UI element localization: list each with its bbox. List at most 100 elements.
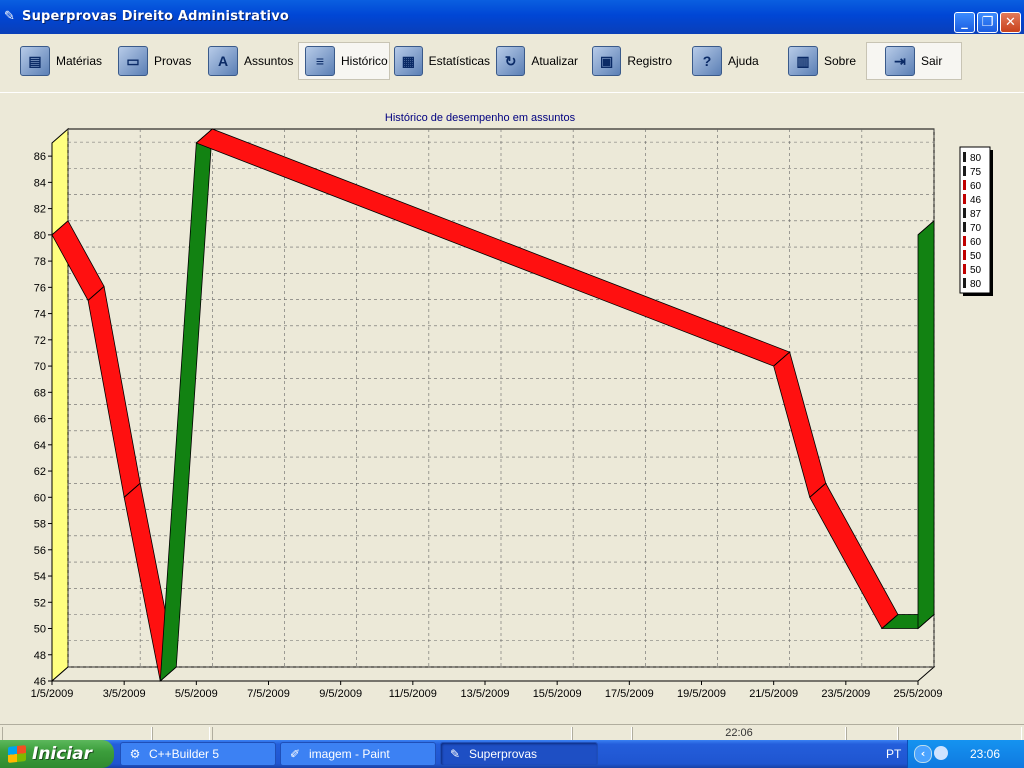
start-button[interactable]: Iniciar — [0, 740, 114, 768]
x-tick-label: 9/5/2009 — [319, 688, 362, 700]
y-tick-label: 48 — [34, 650, 46, 662]
folder-icon: ▭ — [118, 46, 148, 76]
toolbar-button-label: Matérias — [56, 54, 103, 68]
toolbar-button-registro[interactable]: ▣ Registro — [592, 42, 672, 80]
y-tick-label: 64 — [34, 440, 46, 452]
system-clock: 23:06 — [970, 747, 1001, 761]
legend-swatch — [963, 152, 966, 162]
y-tick-label: 70 — [34, 361, 46, 373]
tray-expand-icon[interactable]: ‹ — [914, 745, 932, 763]
stats-icon: ▦ — [394, 46, 423, 76]
taskbar: Iniciar ⚙ C++Builder 5 ✐ imagem - Paint … — [0, 740, 1024, 768]
y-tick-label: 56 — [34, 545, 46, 557]
chart-title: Histórico de desempenho em assuntos — [385, 112, 576, 124]
cbuilder-icon: ⚙ — [129, 747, 141, 761]
task-superprovas[interactable]: ✎ Superprovas — [440, 742, 598, 766]
toolbar-button-label: Ajuda — [728, 54, 759, 68]
y-tick-label: 46 — [34, 676, 46, 688]
title-bar[interactable]: ✎ Superprovas Direito Administrativo _ ❐… — [0, 0, 1024, 34]
system-tray: PT ‹ 23:06 — [886, 740, 1024, 768]
status-cell: 22:06 — [632, 727, 846, 741]
toolbar-button-atualizar[interactable]: ↻ Atualizar — [496, 42, 578, 80]
x-tick-label: 15/5/2009 — [533, 688, 582, 700]
toolbar-button-ajuda[interactable]: ? Ajuda — [692, 42, 762, 80]
status-cell — [212, 727, 572, 741]
x-tick-label: 23/5/2009 — [821, 688, 870, 700]
y-tick-label: 76 — [34, 282, 46, 294]
toolbar-button-materias[interactable]: ▤ Matérias — [20, 42, 108, 80]
task-label: Superprovas — [469, 747, 538, 761]
legend-swatch — [963, 208, 966, 218]
maximize-button[interactable]: ❐ — [977, 12, 998, 33]
y-tick-label: 60 — [34, 492, 46, 504]
toolbar-button-label: Estatísticas — [428, 54, 490, 68]
x-tick-label: 19/5/2009 — [677, 688, 726, 700]
refresh-icon: ↻ — [496, 46, 526, 76]
legend-entry: 70 — [970, 223, 982, 234]
y-tick-label: 52 — [34, 597, 46, 609]
toolbar-button-label: Sobre — [824, 54, 857, 68]
legend-swatch — [963, 194, 966, 204]
start-label: Iniciar — [32, 744, 93, 764]
legend-swatch — [963, 278, 966, 288]
toolbar-button-label: Histórico — [341, 54, 388, 68]
exit-door-icon: ⇥ — [885, 46, 915, 76]
legend-swatch — [963, 180, 966, 190]
toolbar-button-sair[interactable]: ⇥ Sair — [866, 42, 962, 80]
chart-ribbon-segment — [917, 219, 935, 630]
y-tick-label: 80 — [34, 230, 46, 242]
toolbar-button-provas[interactable]: ▭ Provas — [118, 42, 198, 80]
film-icon: ▥ — [788, 46, 818, 76]
x-tick-label: 21/5/2009 — [749, 688, 798, 700]
y-tick-label: 74 — [34, 309, 46, 321]
x-tick-label: 5/5/2009 — [175, 688, 218, 700]
toolbar-button-label: Atualizar — [531, 54, 578, 68]
chart-panel: Histórico de desempenho em assuntos 46 48 5… — [0, 92, 1024, 725]
toolbar-button-label: Assuntos — [244, 54, 294, 68]
x-tick-label: 3/5/2009 — [103, 688, 146, 700]
x-tick-label: 1/5/2009 — [31, 688, 74, 700]
status-cell — [898, 727, 1022, 741]
y-tick-label: 82 — [34, 204, 46, 216]
y-tick-label: 66 — [34, 414, 46, 426]
legend-entry: 60 — [970, 237, 982, 248]
toolbar-button-historico[interactable]: ≡ Histórico — [298, 42, 390, 80]
toolbar-button-label: Sair — [921, 54, 943, 68]
toolbar-button-estatisticas[interactable]: ▦ Estatísticas — [394, 42, 490, 80]
task-paint[interactable]: ✐ imagem - Paint — [280, 742, 436, 766]
x-tick-label: 25/5/2009 — [894, 688, 943, 700]
close-button[interactable]: ✕ — [1000, 12, 1021, 33]
y-tick-label: 50 — [34, 624, 46, 636]
chart-left-wall — [51, 127, 69, 683]
legend-entry: 80 — [970, 279, 982, 290]
y-tick-label: 58 — [34, 519, 46, 531]
minimize-button[interactable]: _ — [954, 12, 975, 33]
task-label: imagem - Paint — [309, 747, 390, 761]
help-icon: ? — [692, 46, 722, 76]
status-cell — [846, 727, 898, 741]
language-indicator[interactable]: PT — [886, 747, 901, 761]
register-icon: ▣ — [592, 46, 622, 76]
task-cbuilder[interactable]: ⚙ C++Builder 5 — [120, 742, 276, 766]
performance-history-chart: Histórico de desempenho em assuntos 46 48 5… — [31, 112, 993, 700]
toolbar-button-assuntos[interactable]: A Assuntos — [208, 42, 294, 80]
legend-entry: 46 — [970, 195, 982, 206]
legend-entry: 80 — [970, 153, 982, 164]
book-icon: ▤ — [20, 46, 50, 76]
volume-icon[interactable] — [934, 746, 948, 760]
y-tick-label: 86 — [34, 151, 46, 163]
y-tick-label: 54 — [34, 571, 46, 583]
status-bar: 22:06 — [0, 724, 1024, 741]
toolbar-button-label: Registro — [627, 54, 672, 68]
chart-floor — [50, 666, 936, 682]
status-cell — [152, 727, 210, 741]
legend-entry: 60 — [970, 181, 982, 192]
legend-swatch — [963, 250, 966, 260]
x-tick-label: 11/5/2009 — [389, 688, 437, 700]
window-title: Superprovas Direito Administrativo — [22, 9, 290, 24]
y-tick-label: 62 — [34, 466, 46, 478]
task-label: C++Builder 5 — [149, 747, 220, 761]
toolbar-button-sobre[interactable]: ▥ Sobre — [788, 42, 858, 80]
x-tick-label: 7/5/2009 — [247, 688, 290, 700]
pen-icon: ✎ — [4, 9, 15, 24]
